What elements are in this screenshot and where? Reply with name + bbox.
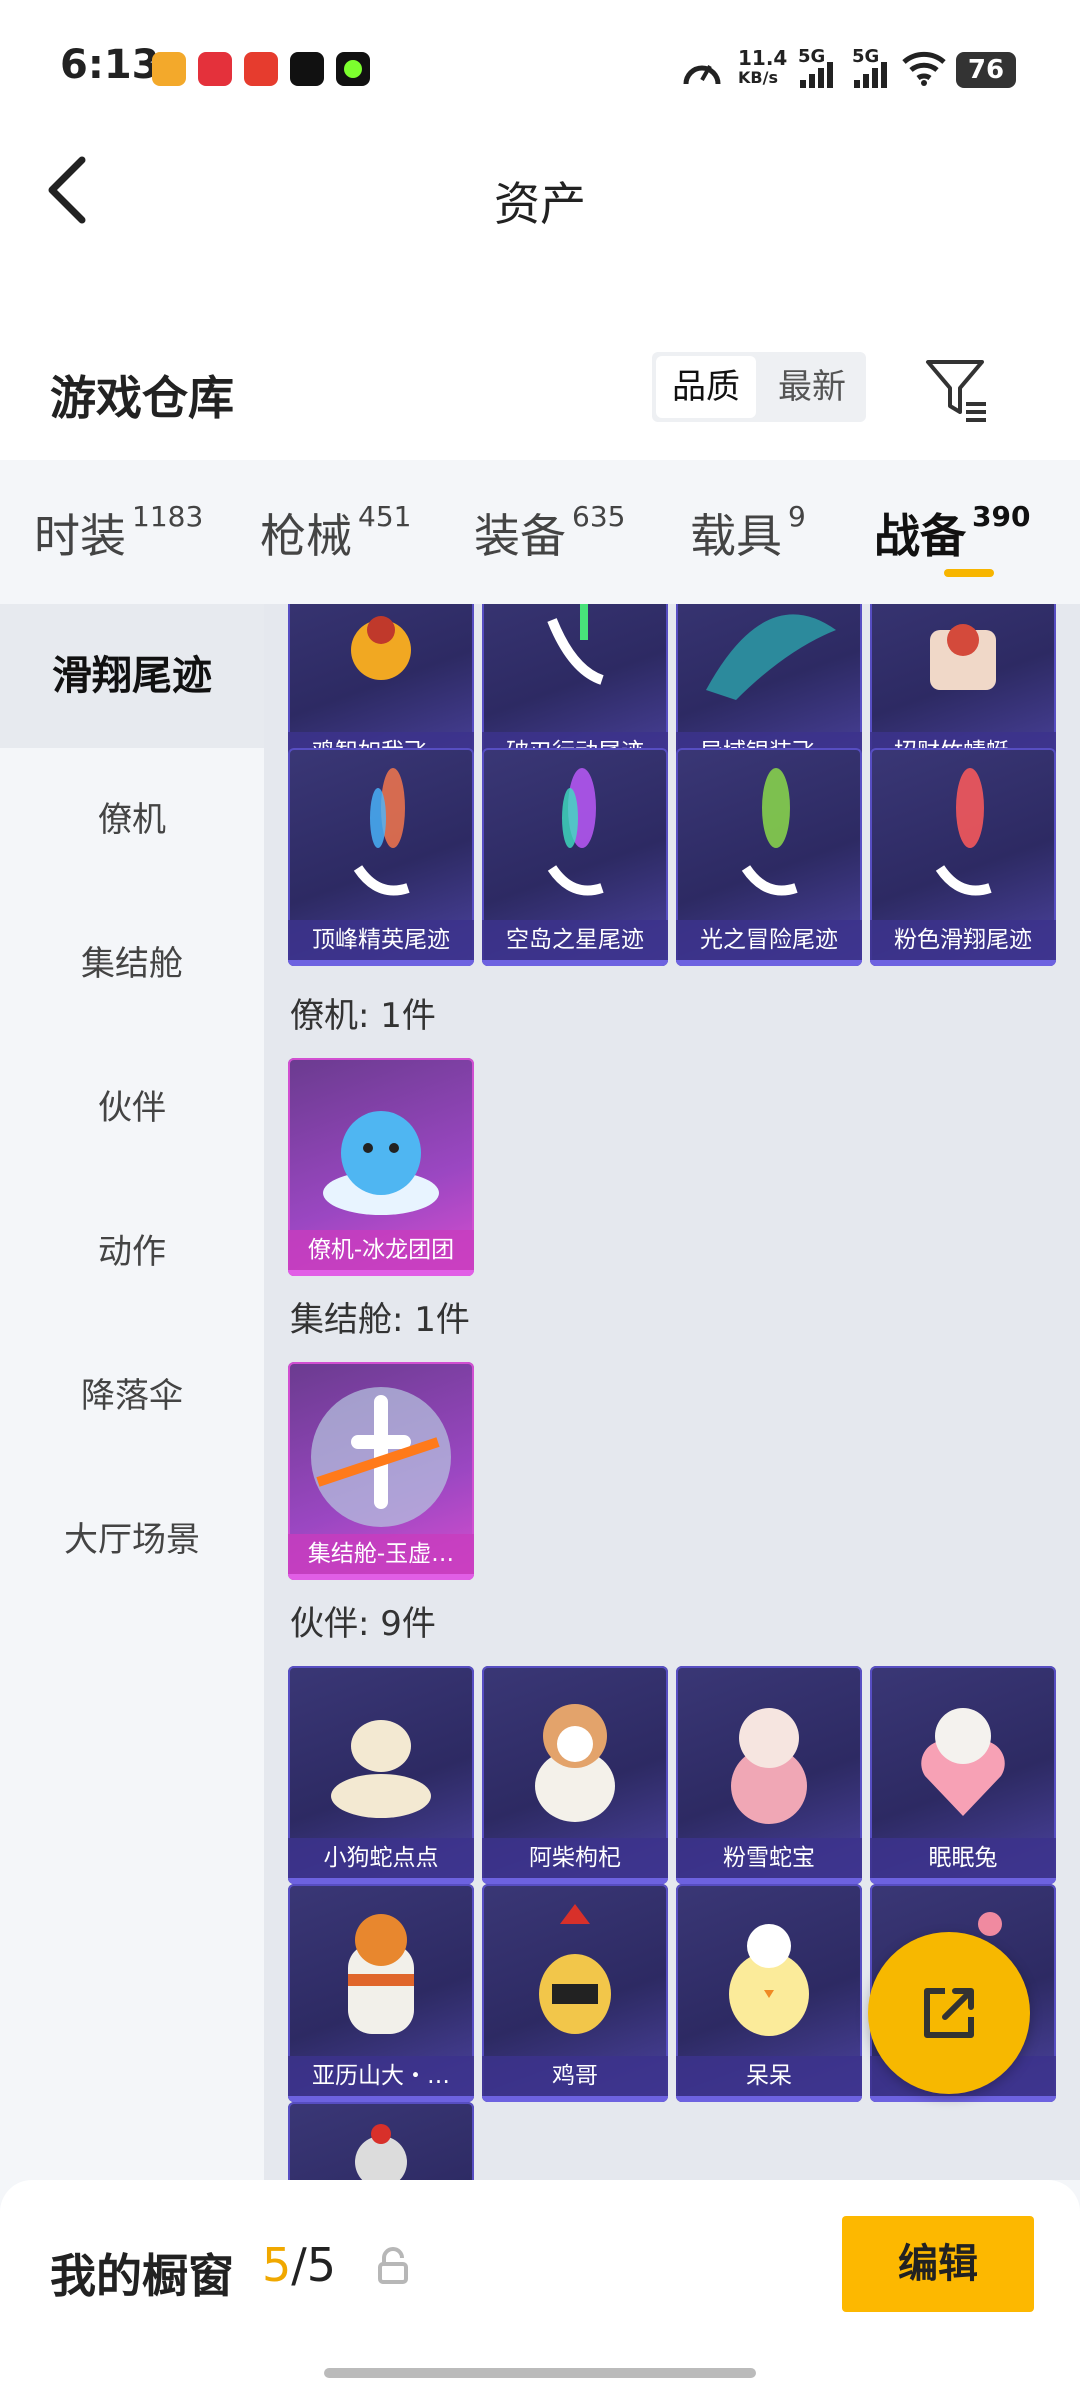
section-title-partner: 伙伴: 9件 bbox=[290, 1604, 436, 1644]
partner-art bbox=[539, 1904, 611, 2034]
app-notification-icon bbox=[244, 52, 278, 86]
rally-pod-art bbox=[311, 1387, 451, 1527]
warehouse-title: 游戏仓库 bbox=[50, 371, 234, 425]
showcase-title: 我的橱窗 bbox=[50, 2249, 234, 2303]
partner-art bbox=[535, 1704, 615, 1822]
item-card[interactable]: 顶峰精英尾迹 bbox=[288, 748, 474, 966]
item-art bbox=[547, 604, 604, 685]
item-art bbox=[706, 614, 836, 700]
home-indicator[interactable] bbox=[324, 2368, 756, 2378]
sidebar-item-parachute[interactable]: 降落伞 bbox=[0, 1324, 264, 1468]
item-art bbox=[930, 624, 996, 690]
category-tabs: 时装 1183 枪械 451 装备 635 载具 9 战备 390 bbox=[0, 460, 1080, 604]
wifi-icon bbox=[902, 51, 946, 86]
tab-equipment[interactable]: 装备 635 bbox=[474, 500, 625, 566]
trail-art bbox=[935, 768, 992, 896]
partner-art bbox=[355, 2124, 407, 2180]
item-card[interactable] bbox=[288, 2102, 474, 2180]
item-card[interactable]: 亚历山大・… bbox=[288, 1884, 474, 2102]
net-speed-unit: KB/s bbox=[738, 68, 778, 87]
warehouse-header: 游戏仓库 品质 最新 bbox=[0, 300, 1080, 460]
tab-battle-gear[interactable]: 战备 390 bbox=[874, 500, 1030, 566]
filter-icon[interactable] bbox=[922, 354, 992, 424]
partner-art bbox=[921, 1708, 1005, 1816]
item-name: 空岛之星尾迹 bbox=[482, 920, 668, 960]
sidebar-item-wingman[interactable]: 僚机 bbox=[0, 748, 264, 892]
item-name: 集结舱-玉虚… bbox=[288, 1534, 474, 1574]
item-card[interactable]: 眠眠兔 bbox=[870, 1666, 1056, 1884]
status-time: 6:13 bbox=[60, 42, 160, 88]
nav-header: 资产 bbox=[0, 120, 1080, 300]
tab-count: 390 bbox=[972, 500, 1031, 533]
active-tab-indicator bbox=[944, 569, 994, 577]
tab-fashion[interactable]: 时装 1183 bbox=[34, 500, 203, 566]
item-name: 粉色滑翔尾迹 bbox=[870, 920, 1056, 960]
app-notification-icon bbox=[336, 52, 370, 86]
tab-count: 635 bbox=[572, 500, 626, 533]
item-card[interactable]: 小狗蛇点点 bbox=[288, 1666, 474, 1884]
share-button[interactable] bbox=[868, 1932, 1030, 2094]
item-card[interactable]: 集结舱-玉虚… bbox=[288, 1362, 474, 1580]
item-name: 僚机-冰龙团团 bbox=[288, 1230, 474, 1270]
item-art bbox=[351, 616, 411, 680]
section-title-rally-pod: 集结舱: 1件 bbox=[290, 1300, 470, 1340]
sidebar-item-emote[interactable]: 动作 bbox=[0, 1180, 264, 1324]
trail-art bbox=[547, 768, 604, 896]
sidebar-item-rally-pod[interactable]: 集结舱 bbox=[0, 892, 264, 1036]
trail-art bbox=[353, 768, 410, 896]
item-name: 粉雪蛇宝 bbox=[676, 1838, 862, 1878]
sidebar-item-partner[interactable]: 伙伴 bbox=[0, 1036, 264, 1180]
sort-option-quality[interactable]: 品质 bbox=[656, 356, 756, 418]
app-notification-icon bbox=[290, 52, 324, 86]
item-card[interactable]: 粉雪蛇宝 bbox=[676, 1666, 862, 1884]
trail-art bbox=[741, 768, 798, 896]
showcase-bar: 我的橱窗 5/5 编辑 bbox=[0, 2180, 1080, 2400]
wingman-art bbox=[323, 1111, 439, 1215]
share-external-icon bbox=[924, 1988, 974, 2038]
speed-gauge-icon bbox=[683, 65, 721, 85]
tab-count: 9 bbox=[788, 500, 806, 533]
item-card[interactable]: 阿柴枸杞 bbox=[482, 1666, 668, 1884]
item-name: 顶峰精英尾迹 bbox=[288, 920, 474, 960]
tab-count: 451 bbox=[358, 500, 412, 533]
partner-art bbox=[729, 1924, 809, 2036]
item-name: 光之冒险尾迹 bbox=[676, 920, 862, 960]
sidebar-item-glide-trail[interactable]: 滑翔尾迹 bbox=[0, 604, 264, 748]
signal-icon bbox=[854, 62, 887, 88]
item-card[interactable]: 鸡哥 bbox=[482, 1884, 668, 2102]
tab-vehicles[interactable]: 载具 9 bbox=[690, 500, 806, 566]
lock-icon bbox=[378, 2247, 408, 2284]
section-title-wingman: 僚机: 1件 bbox=[290, 996, 436, 1036]
edit-button[interactable]: 编辑 bbox=[842, 2216, 1034, 2312]
item-card[interactable]: 光之冒险尾迹 bbox=[676, 748, 862, 966]
partner-art bbox=[331, 1720, 431, 1818]
signal-icon bbox=[800, 62, 833, 88]
sort-toggle: 品质 最新 bbox=[652, 352, 866, 422]
page-title: 资产 bbox=[494, 177, 586, 231]
app-notification-icon bbox=[152, 52, 186, 86]
item-name: 阿柴枸杞 bbox=[482, 1838, 668, 1878]
status-bar: 6:13 11.4 KB/s 5G 5G 76 bbox=[0, 0, 1080, 120]
item-name: 鸡哥 bbox=[482, 2056, 668, 2096]
app-notification-icon bbox=[198, 52, 232, 86]
item-card[interactable]: 僚机-冰龙团团 bbox=[288, 1058, 474, 1276]
item-name: 眠眠兔 bbox=[870, 1838, 1056, 1878]
tab-firearms[interactable]: 枪械 451 bbox=[260, 500, 411, 566]
item-card[interactable]: 呆呆 bbox=[676, 1884, 862, 2102]
sort-option-newest[interactable]: 最新 bbox=[762, 352, 862, 422]
net-speed: 11.4 bbox=[738, 46, 788, 70]
item-name: 呆呆 bbox=[676, 2056, 862, 2096]
partner-art bbox=[348, 1914, 414, 2034]
showcase-count: 5/5 bbox=[262, 2238, 337, 2292]
item-name: 亚历山大・… bbox=[288, 2056, 474, 2096]
tab-count: 1183 bbox=[132, 500, 204, 533]
item-card[interactable]: 粉色滑翔尾迹 bbox=[870, 748, 1056, 966]
item-name: 小狗蛇点点 bbox=[288, 1838, 474, 1878]
item-card[interactable]: 空岛之星尾迹 bbox=[482, 748, 668, 966]
sidebar: 滑翔尾迹 僚机 集结舱 伙伴 动作 降落伞 大厅场景 bbox=[0, 604, 264, 2180]
battery-indicator: 76 bbox=[956, 52, 1016, 88]
partner-art bbox=[731, 1708, 807, 1824]
sidebar-item-lobby-scene[interactable]: 大厅场景 bbox=[0, 1468, 264, 1612]
